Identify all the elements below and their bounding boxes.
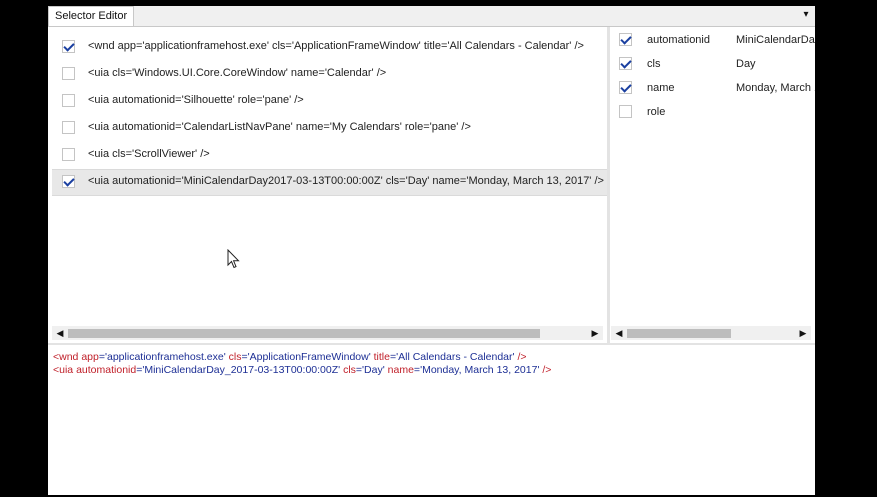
xml-tag-end: /> bbox=[542, 364, 552, 376]
selector-row[interactable]: <uia automationid='CalendarListNavPane' … bbox=[54, 116, 607, 141]
selector-row-text: <uia cls='Windows.UI.Core.CoreWindow' na… bbox=[88, 67, 387, 79]
attribute-row[interactable]: cls Day bbox=[610, 52, 815, 76]
attribute-name: name bbox=[647, 82, 675, 94]
selector-row-text: <uia automationid='CalendarListNavPane' … bbox=[88, 121, 471, 133]
attribute-checkbox[interactable] bbox=[619, 33, 632, 46]
selector-row-text: <uia automationid='MiniCalendarDay2017-0… bbox=[88, 175, 604, 187]
tab-bar: Selector Editor ▾ bbox=[48, 6, 815, 27]
attribute-value[interactable]: Day bbox=[736, 52, 756, 76]
xml-attr-value: 'Monday, March 13, 2017' bbox=[420, 364, 540, 376]
attribute-name: automationid bbox=[647, 34, 710, 46]
selector-row[interactable]: <uia cls='Windows.UI.Core.CoreWindow' na… bbox=[54, 62, 607, 87]
attribute-name: cls bbox=[647, 58, 661, 70]
xml-attr-name: cls bbox=[343, 364, 356, 376]
xml-attr-value: 'MiniCalendarDay_2017-03-13T00:00:00Z' bbox=[142, 364, 341, 376]
xml-attr-value: 'applicationframehost.exe' bbox=[105, 351, 226, 363]
scroll-thumb[interactable] bbox=[627, 329, 731, 338]
attribute-checkbox[interactable] bbox=[619, 81, 632, 94]
xml-attr-name: name bbox=[387, 364, 414, 376]
scroll-thumb[interactable] bbox=[68, 329, 540, 338]
attribute-checkbox[interactable] bbox=[619, 57, 632, 70]
selector-tree-panel: <wnd app='applicationframehost.exe' cls=… bbox=[48, 27, 607, 345]
xml-tag-end: /> bbox=[517, 351, 527, 363]
selector-row-checkbox[interactable] bbox=[62, 121, 75, 134]
xml-attr-value: 'All Calendars - Calendar' bbox=[396, 351, 515, 363]
selector-row[interactable]: <uia automationid='MiniCalendarDay2017-0… bbox=[52, 169, 607, 196]
selector-row-checkbox[interactable] bbox=[62, 148, 75, 161]
attributes-panel: automationid MiniCalendarDay2017-03-13T00… bbox=[610, 27, 815, 345]
selector-row-checkbox[interactable] bbox=[62, 40, 75, 53]
xml-line: <wnd app='applicationframehost.exe' cls=… bbox=[53, 351, 527, 363]
selector-row[interactable]: <uia automationid='Silhouette' role='pan… bbox=[54, 89, 607, 114]
mouse-cursor-icon bbox=[227, 249, 240, 269]
xml-attr-value: 'Day' bbox=[362, 364, 385, 376]
horizontal-splitter[interactable] bbox=[48, 343, 815, 345]
tab-selector-editor[interactable]: Selector Editor bbox=[48, 6, 135, 26]
selector-row-text: <uia cls='ScrollViewer' /> bbox=[88, 148, 210, 160]
attribute-checkbox[interactable] bbox=[619, 105, 632, 118]
attribute-name: role bbox=[647, 106, 666, 118]
pin-icon[interactable]: ▾ bbox=[800, 8, 812, 22]
attribute-value[interactable]: MiniCalendarDay2017-03-13T00:00:00Z bbox=[736, 28, 815, 52]
left-horizontal-scrollbar[interactable]: ◀ ▶ bbox=[52, 326, 603, 340]
scroll-right-arrow-icon[interactable]: ▶ bbox=[588, 326, 602, 340]
selector-editor-window: Selector Editor ▾ <wnd app='applicationf… bbox=[48, 6, 815, 495]
selector-row[interactable]: <wnd app='applicationframehost.exe' cls=… bbox=[54, 35, 607, 60]
xml-attr-name: app bbox=[81, 351, 99, 363]
selector-row-text: <wnd app='applicationframehost.exe' cls=… bbox=[88, 40, 584, 52]
attribute-value[interactable]: Monday, March 13, 2017 bbox=[736, 76, 815, 100]
xml-tag: <wnd bbox=[53, 351, 79, 363]
selector-row-checkbox[interactable] bbox=[62, 175, 75, 188]
scroll-left-arrow-icon[interactable]: ◀ bbox=[53, 326, 67, 340]
selector-row-checkbox[interactable] bbox=[62, 94, 75, 107]
xml-line: <uia automationid='MiniCalendarDay_2017-… bbox=[53, 364, 552, 376]
scroll-left-arrow-icon[interactable]: ◀ bbox=[612, 326, 626, 340]
selector-xml-preview[interactable]: <wnd app='applicationframehost.exe' cls=… bbox=[48, 346, 815, 495]
scroll-right-arrow-icon[interactable]: ▶ bbox=[796, 326, 810, 340]
xml-attr-name: automationid bbox=[76, 364, 137, 376]
attribute-row[interactable]: automationid MiniCalendarDay2017-03-13T00… bbox=[610, 28, 815, 52]
xml-tag: <uia bbox=[53, 364, 74, 376]
xml-attr-name: cls bbox=[228, 351, 242, 363]
attribute-row[interactable]: name Monday, March 13, 2017 bbox=[610, 76, 815, 100]
selector-row-checkbox[interactable] bbox=[62, 67, 75, 80]
xml-attr-value: 'ApplicationFrameWindow' bbox=[247, 351, 371, 363]
xml-attr-name: title bbox=[373, 351, 390, 363]
attribute-row[interactable]: role bbox=[610, 100, 815, 124]
selector-row[interactable]: <uia cls='ScrollViewer' /> bbox=[54, 143, 607, 168]
selector-row-text: <uia automationid='Silhouette' role='pan… bbox=[88, 94, 304, 106]
right-horizontal-scrollbar[interactable]: ◀ ▶ bbox=[611, 326, 811, 340]
